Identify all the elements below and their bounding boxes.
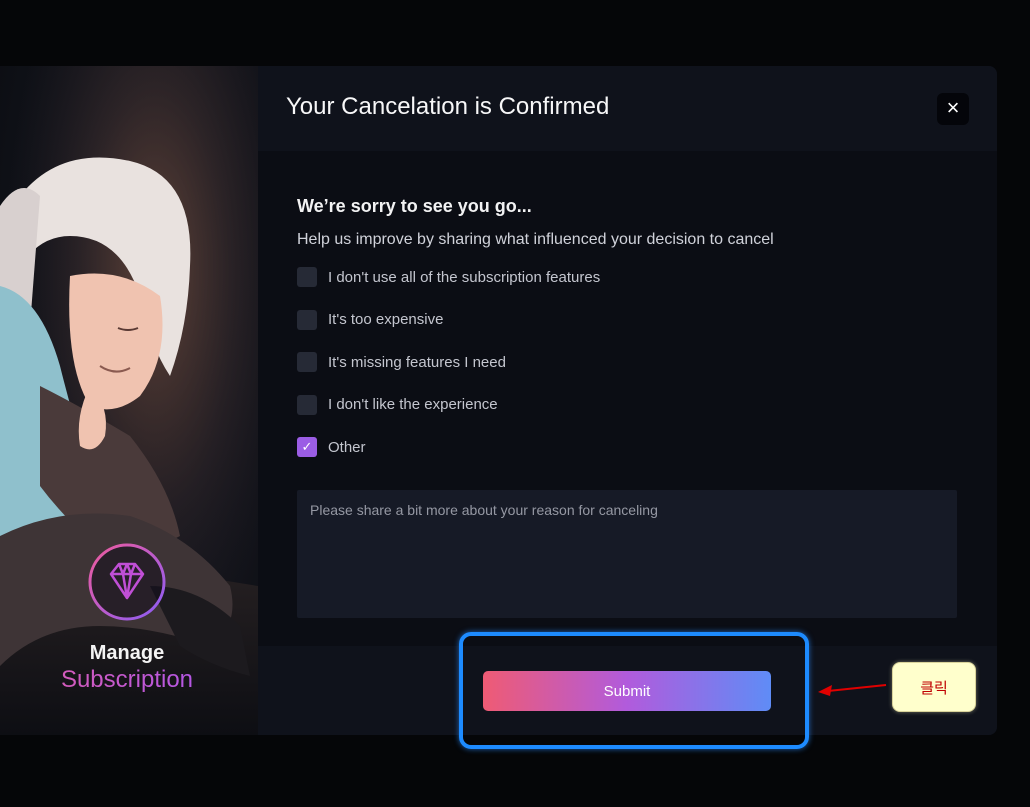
modal-title: Your Cancelation is Confirmed (286, 93, 610, 120)
girl-illustration (0, 66, 258, 735)
reason-option[interactable]: It's missing features I need (297, 352, 957, 372)
reason-label: Other (328, 438, 366, 456)
reason-label: I don't use all of the subscription feat… (328, 268, 601, 286)
arrow-icon (818, 684, 887, 696)
reason-option[interactable]: I don't use all of the subscription feat… (297, 267, 957, 287)
diamond-icon (88, 543, 166, 621)
close-icon: × (946, 95, 960, 120)
click-callout: 클릭 (892, 662, 976, 712)
help-text: Help us improve by sharing what influenc… (297, 231, 774, 248)
side-panel: Manage Subscription (0, 66, 258, 735)
reason-label: I don't like the experience (328, 396, 498, 413)
reason-label: It's missing features I need (328, 353, 506, 371)
reason-details-textarea[interactable] (297, 489, 957, 618)
close-button[interactable]: × (937, 93, 969, 125)
modal-header: Your Cancelation is Confirmed × (258, 66, 997, 151)
check-icon: ✓ (301, 439, 313, 454)
modal-body: We’re sorry to see you go... Help us imp… (297, 196, 957, 623)
brand-subtitle: Subscription (0, 666, 254, 694)
sorry-heading: We’re sorry to see you go... (297, 196, 532, 216)
reason-checkbox-other[interactable]: ✓ (297, 437, 317, 457)
brand-title: Manage (89, 642, 165, 664)
reason-option-other[interactable]: ✓ Other (297, 437, 957, 457)
cancel-modal: Your Cancelation is Confirmed × We’re so… (258, 66, 997, 735)
reason-checkbox[interactable] (297, 394, 317, 415)
reason-label: It's too expensive (328, 311, 444, 328)
reason-checkbox[interactable] (297, 352, 317, 372)
reason-checkbox[interactable] (297, 309, 317, 330)
submit-button[interactable]: Submit (483, 671, 771, 711)
reason-option[interactable]: It's too expensive (297, 309, 957, 330)
reason-list: I don't use all of the subscription feat… (297, 267, 957, 457)
reason-option[interactable]: I don't like the experience (297, 394, 957, 415)
reason-checkbox[interactable] (297, 267, 317, 287)
